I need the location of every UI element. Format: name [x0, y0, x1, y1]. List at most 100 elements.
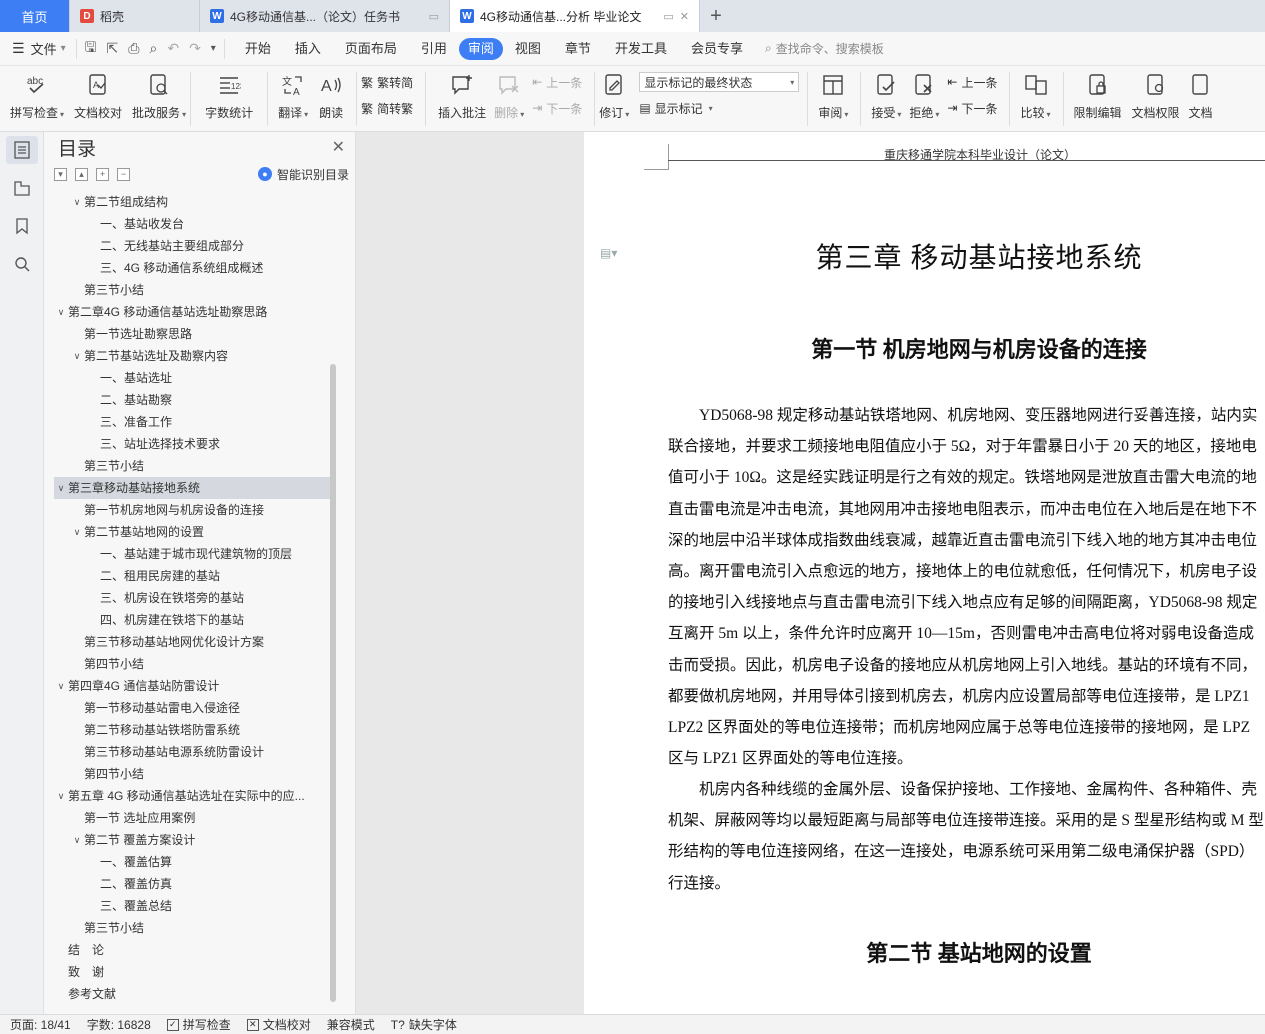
tab-review[interactable]: 审阅 [458, 37, 503, 60]
prev-comment-button[interactable]: ⇤ 上一条 [532, 72, 582, 92]
chapter-nav-icon[interactable] [6, 174, 38, 202]
tab-document-thesis[interactable]: W 4G移动通信基...分析 毕业论文 ▭ ✕ [450, 0, 700, 32]
revise-button[interactable]: 修订 ▾ [599, 66, 629, 121]
toc-item[interactable]: 二、无线基站主要组成部分 [54, 235, 334, 257]
new-tab-icon[interactable]: + [700, 0, 732, 32]
outline-icon[interactable] [5, 136, 38, 164]
toc-item[interactable]: 第三节小结 [54, 455, 334, 477]
toc-item[interactable]: ∨ 第三章移动基站接地系统 [54, 477, 334, 499]
tab-developer[interactable]: 开发工具 [603, 38, 679, 60]
remove-heading-icon[interactable]: − [117, 167, 130, 181]
toc-item[interactable]: 第二节移动基站铁塔防雷系统 [54, 719, 334, 741]
toc-item[interactable]: 一、覆盖估算 [54, 851, 334, 873]
page-indicator[interactable]: 页面: 18/41 [10, 1016, 71, 1033]
file-menu[interactable]: ☰ 文件 ▾ [0, 39, 76, 58]
toc-item[interactable]: 第一节 选址应用案例 [54, 807, 334, 829]
word-count-status[interactable]: 字数: 16828 [87, 1016, 151, 1033]
next-comment-button[interactable]: ⇥ 下一条 [532, 98, 582, 118]
annotate-service-button[interactable]: 批改服务 ▾ [132, 66, 186, 121]
undo-icon[interactable]: ↶ [167, 40, 179, 57]
prev-change-button[interactable]: ⇤ 上一条 [947, 72, 997, 92]
doc-permission-button[interactable]: 文档权限 [1132, 66, 1180, 121]
toc-item[interactable]: 致 谢 [54, 961, 334, 983]
tab-insert[interactable]: 插入 [283, 38, 333, 60]
tab-close-icon[interactable]: ✕ [680, 10, 689, 23]
toc-item[interactable]: 第一节机房地网与机房设备的连接 [54, 499, 334, 521]
tab-references[interactable]: 引用 [409, 38, 459, 60]
toc-item[interactable]: ∨ 第五章 4G 移动通信基站选址在实际中的应... [54, 785, 334, 807]
toc-item[interactable]: ∨ 第二章4G 移动通信基站选址勘察思路 [54, 301, 334, 323]
toc-item[interactable]: ∨ 第四章4G 通信基站防雷设计 [54, 675, 334, 697]
reject-button[interactable]: 拒绝 ▾ [909, 66, 939, 121]
toc-item[interactable]: 第三节移动基站电源系统防雷设计 [54, 741, 334, 763]
toc-item[interactable]: 第四节小结 [54, 653, 334, 675]
chevron-down-icon[interactable]: ∨ [70, 521, 84, 543]
command-search[interactable]: ⌕ 查找命令、搜索模板 [765, 40, 884, 57]
expand-up-icon[interactable]: ▴ [75, 167, 88, 181]
toc-item[interactable]: 一、基站建于城市现代建筑物的顶层 [54, 543, 334, 565]
review-pane-button[interactable]: 审阅 ▾ [818, 66, 848, 121]
next-change-button[interactable]: ⇥ 下一条 [947, 98, 997, 118]
toc-item[interactable]: 三、准备工作 [54, 411, 334, 433]
doc-more-button[interactable]: 文档 [1188, 66, 1214, 121]
toc-item[interactable]: 参考文献 [54, 983, 334, 1005]
chevron-down-icon[interactable]: ∨ [54, 477, 68, 499]
markup-state-select[interactable]: 显示标记的最终状态 ▾ [639, 72, 800, 92]
toc-item[interactable]: 第一节选址勘察思路 [54, 323, 334, 345]
tab-document-task[interactable]: W 4G移动通信基...（论文）任务书 ▭ [200, 0, 450, 32]
tab-page-layout[interactable]: 页面布局 [333, 38, 409, 60]
export-icon[interactable]: ⇱ [107, 40, 119, 57]
toc-item[interactable]: ∨ 第二节组成结构 [54, 191, 334, 213]
toc-item[interactable]: 三、覆盖总结 [54, 895, 334, 917]
toc-scrollbar[interactable] [330, 364, 336, 1002]
toc-item[interactable]: 第三节移动基站地网优化设计方案 [54, 631, 334, 653]
bookmark-icon[interactable] [6, 212, 38, 240]
smart-toc-button[interactable]: ● 智能识别目录 [257, 166, 349, 183]
collapse-all-icon[interactable]: ▾ [54, 167, 67, 181]
translate-button[interactable]: 文A 翻译 ▾ [278, 66, 308, 121]
simp-to-trad-button[interactable]: 繁简转繁 [361, 98, 413, 118]
toc-item[interactable]: 第一节移动基站雷电入侵途径 [54, 697, 334, 719]
tab-member[interactable]: 会员专享 [679, 38, 755, 60]
word-count-button[interactable]: 123 字数统计 [205, 66, 253, 121]
show-markup-button[interactable]: ▤ 显示标记 ▾ [639, 98, 799, 118]
chevron-down-icon[interactable]: ∨ [70, 191, 84, 213]
redo-icon[interactable]: ↷ [189, 40, 201, 57]
close-icon[interactable]: ✕ [332, 137, 345, 157]
toc-item[interactable]: 一、基站选址 [54, 367, 334, 389]
customize-icon[interactable]: ▾ [211, 43, 216, 54]
tab-start[interactable]: 开始 [233, 38, 283, 60]
add-heading-icon[interactable]: + [96, 167, 109, 181]
missing-font-status[interactable]: T? 缺失字体 [391, 1016, 457, 1033]
doc-proof-status[interactable]: ✕ 文档校对 [246, 1016, 311, 1033]
toc-item[interactable]: 四、机房建在铁塔下的基站 [54, 609, 334, 631]
toc-item[interactable]: 三、机房设在铁塔旁的基站 [54, 587, 334, 609]
chevron-down-icon[interactable]: ∨ [54, 301, 68, 323]
spell-check-button[interactable]: abc 拼写检查 ▾ [10, 66, 64, 121]
tab-view[interactable]: 视图 [503, 38, 553, 60]
toc-item[interactable]: ∨ 第二节 覆盖方案设计 [54, 829, 334, 851]
restrict-edit-button[interactable]: 限制编辑 [1074, 66, 1122, 121]
tab-chapter[interactable]: 章节 [553, 38, 603, 60]
search-icon[interactable] [6, 250, 38, 278]
toc-item[interactable]: 二、基站勘察 [54, 389, 334, 411]
compare-button[interactable]: 比较 ▾ [1020, 66, 1051, 121]
toc-item[interactable]: ∨ 第二节基站地网的设置 [54, 521, 334, 543]
toc-item[interactable]: 三、站址选择技术要求 [54, 433, 334, 455]
chevron-down-icon[interactable]: ∨ [70, 829, 84, 851]
print-preview-icon[interactable]: ⌕ [149, 40, 157, 57]
chevron-down-icon[interactable]: ∨ [54, 675, 68, 697]
toc-item[interactable]: ∨ 第二节基站选址及勘察内容 [54, 345, 334, 367]
toc-item[interactable]: 二、覆盖仿真 [54, 873, 334, 895]
insert-comment-button[interactable]: 插入批注 [438, 66, 486, 121]
trad-to-simp-button[interactable]: 繁繁转简 [361, 72, 413, 92]
toc-item[interactable]: 二、租用民房建的基站 [54, 565, 334, 587]
toc-item[interactable]: 第三节小结 [54, 279, 334, 301]
chevron-down-icon[interactable]: ∨ [54, 785, 68, 807]
spell-check-status[interactable]: ✓ 拼写检查 [166, 1016, 231, 1033]
tab-home[interactable]: 首页 [0, 0, 70, 32]
toc-item[interactable]: 一、基站收发台 [54, 213, 334, 235]
delete-comment-button[interactable]: 删除 ▾ [494, 66, 524, 121]
toc-item[interactable]: 第四节小结 [54, 763, 334, 785]
print-icon[interactable]: ⎙ [128, 40, 139, 57]
